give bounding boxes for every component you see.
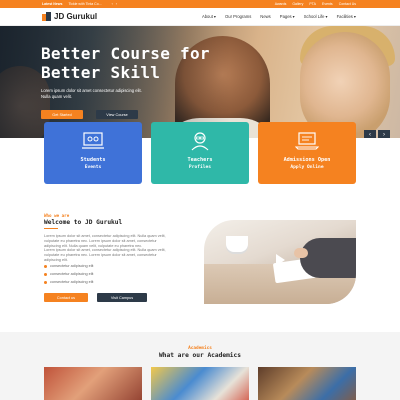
- hero-title-line1: Better Course for: [41, 44, 210, 63]
- teacher-icon: [191, 132, 209, 151]
- top-news-bar: Latest News Tickle with Tinta Co... ‹ › …: [0, 0, 400, 8]
- welcome-photo: [204, 220, 356, 304]
- list-item-text: consectetur adipiscing elit: [50, 280, 94, 284]
- slider-next-icon[interactable]: ›: [378, 130, 390, 138]
- card-title: Admissions Open: [283, 157, 331, 163]
- bullet-icon: [44, 264, 47, 268]
- academics-eyebrow: Academics: [188, 346, 212, 351]
- photo-cup: [226, 236, 248, 252]
- news-arrows: ‹ ›: [112, 2, 117, 6]
- bullet-icon: [44, 280, 47, 284]
- nav-label: News: [260, 14, 271, 19]
- list-item: consectetur adipiscing elit: [44, 280, 93, 284]
- view-course-button[interactable]: View Course: [96, 110, 138, 119]
- list-item: consectetur adipiscing elit: [44, 264, 93, 268]
- news-ticker-text[interactable]: Tickle with Tinta Co...: [68, 2, 101, 6]
- card-title: Students: [80, 157, 106, 163]
- logo-mark-icon: [42, 12, 51, 21]
- photo-hand: [294, 248, 308, 258]
- bullet-icon: [44, 272, 47, 276]
- play-icon[interactable]: [276, 254, 285, 266]
- nav-label: School Life: [303, 14, 325, 19]
- welcome-title: Welcome to JD Gurukul: [44, 219, 123, 226]
- welcome-paragraph-2: Lorem ipsum dolor sit amet, consectetur …: [44, 248, 166, 263]
- slider-prev-icon[interactable]: ‹: [364, 130, 376, 138]
- nav-label: Pages: [279, 14, 292, 19]
- academic-tile-3[interactable]: [258, 367, 356, 400]
- section-eyebrow: Who we are: [44, 213, 70, 218]
- nav-item-news[interactable]: News: [260, 14, 270, 19]
- academics-section: Academics What are our Academics: [0, 332, 400, 400]
- list-item: consectetur adipiscing elit: [44, 272, 93, 276]
- hero-title-line2: Better Skill: [41, 63, 161, 82]
- toplink-pta[interactable]: PTA: [309, 2, 316, 6]
- nav-item-about[interactable]: About ▾: [202, 14, 216, 19]
- chevron-down-icon: ▾: [353, 14, 356, 19]
- toplink-contact[interactable]: Contact Us: [339, 2, 356, 6]
- logo-text: JD Gurukul: [54, 12, 98, 21]
- get-started-button[interactable]: Get Started: [41, 110, 83, 119]
- chevron-down-icon: ▾: [292, 14, 295, 19]
- news-prev-icon[interactable]: ‹: [112, 2, 113, 6]
- hero-title: Better Course for Better Skill: [41, 44, 210, 82]
- card-teachers-profiles[interactable]: Teachers Profiles: [151, 122, 249, 184]
- academic-tile-2[interactable]: [151, 367, 249, 400]
- nav-label: About: [201, 14, 213, 19]
- list-item-text: consectetur adipiscing elit: [50, 264, 94, 268]
- hero-subtitle: Lorem ipsum dolor sit amet consectetur a…: [41, 88, 142, 99]
- site-logo[interactable]: JD Gurukul: [42, 12, 97, 21]
- title-underline: [44, 228, 58, 229]
- top-links: Awards Gallery PTA Events Contact Us: [275, 2, 356, 6]
- nav-item-programs[interactable]: Our Programs: [225, 14, 251, 19]
- card-subtitle: Profiles: [188, 165, 212, 170]
- nav-menu: About ▾ Our Programs News Pages ▾ School L…: [202, 14, 356, 19]
- toplink-events[interactable]: Events: [322, 2, 333, 6]
- academic-tile-1[interactable]: [44, 367, 142, 400]
- card-admissions-open[interactable]: Admissions Open Apply Online: [258, 122, 356, 184]
- chevron-down-icon: ▾: [325, 14, 328, 19]
- main-navbar: JD Gurukul About ▾ Our Programs News Page…: [0, 8, 400, 26]
- visit-campus-button[interactable]: Visit Campus: [97, 293, 147, 302]
- list-item-text: consectetur adipiscing elit: [50, 272, 94, 276]
- photo-arm: [300, 238, 356, 278]
- toplink-awards[interactable]: Awards: [275, 2, 287, 6]
- feature-checklist: consectetur adipiscing elit consectetur …: [44, 264, 93, 284]
- news-label: Latest News: [42, 2, 63, 6]
- card-subtitle: Events: [84, 165, 102, 170]
- students-icon: [82, 132, 104, 149]
- chevron-down-icon: ▾: [213, 14, 216, 19]
- nav-item-facilities[interactable]: Facilities ▾: [337, 14, 356, 19]
- academics-title: What are our Academics: [159, 352, 241, 359]
- nav-item-pages[interactable]: Pages ▾: [280, 14, 295, 19]
- laptop-icon: [295, 132, 319, 150]
- hero-slider-arrows: ‹ ›: [364, 130, 390, 138]
- news-next-icon[interactable]: ›: [116, 2, 117, 6]
- nav-label: Facilities: [336, 14, 353, 19]
- card-subtitle: Apply Online: [290, 165, 324, 170]
- card-students-events[interactable]: Students Events: [44, 122, 142, 184]
- card-title: Teachers: [187, 157, 213, 163]
- nav-item-school-life[interactable]: School Life ▾: [304, 14, 328, 19]
- nav-label: Our Programs: [225, 14, 252, 19]
- contact-us-button[interactable]: Contact us: [44, 293, 88, 302]
- toplink-gallery[interactable]: Gallery: [292, 2, 303, 6]
